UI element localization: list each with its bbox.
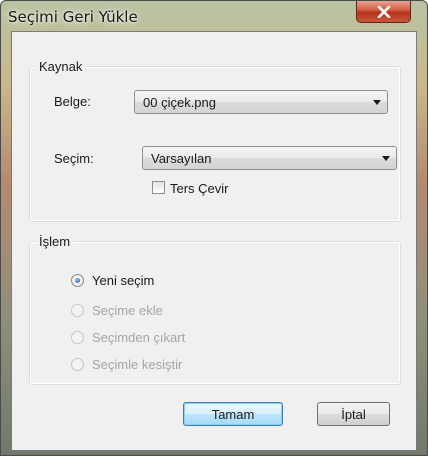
dialog-window: Seçimi Geri Yükle Kaynak Belge: 00 çiçek… — [0, 0, 428, 456]
selection-label: Seçim: — [54, 151, 94, 166]
selection-select-value: Varsayılan — [151, 151, 212, 166]
document-select[interactable]: 00 çiçek.png — [134, 90, 388, 114]
source-group: Kaynak Belge: 00 çiçek.png Seçim: Varsay… — [29, 59, 401, 222]
ok-button[interactable]: Tamam — [183, 402, 283, 426]
source-group-legend: Kaynak — [36, 59, 86, 74]
radio-intersect-selection-label[interactable]: Seçimle kesiştir — [92, 357, 182, 372]
radio-intersect-selection[interactable] — [71, 358, 84, 371]
invert-checkbox[interactable] — [152, 181, 165, 194]
radio-new-selection-label[interactable]: Yeni seçim — [92, 273, 154, 288]
chevron-down-icon — [373, 100, 381, 105]
radio-add-to-selection-label[interactable]: Seçime ekle — [92, 303, 163, 318]
title-bar[interactable]: Seçimi Geri Yükle — [1, 1, 427, 31]
selection-select[interactable]: Varsayılan — [142, 146, 397, 170]
dialog-client-area: Kaynak Belge: 00 çiçek.png Seçim: Varsay… — [11, 31, 417, 451]
close-button[interactable] — [356, 1, 411, 23]
chevron-down-icon — [382, 156, 390, 161]
radio-subtract-from-selection-label[interactable]: Seçimden çıkart — [92, 330, 185, 345]
invert-checkbox-label[interactable]: Ters Çevir — [170, 181, 229, 196]
radio-add-to-selection[interactable] — [71, 304, 84, 317]
radio-subtract-from-selection[interactable] — [71, 331, 84, 344]
document-select-value: 00 çiçek.png — [143, 95, 216, 110]
window-title: Seçimi Geri Yükle — [8, 8, 138, 26]
close-icon — [377, 5, 390, 18]
operation-group-legend: İşlem — [36, 234, 74, 249]
cancel-button[interactable]: İptal — [317, 402, 390, 426]
radio-new-selection[interactable] — [71, 274, 84, 287]
document-label: Belge: — [54, 94, 91, 109]
operation-group: İşlem Yeni seçim Seçime ekle Seçimden çı… — [29, 234, 401, 385]
